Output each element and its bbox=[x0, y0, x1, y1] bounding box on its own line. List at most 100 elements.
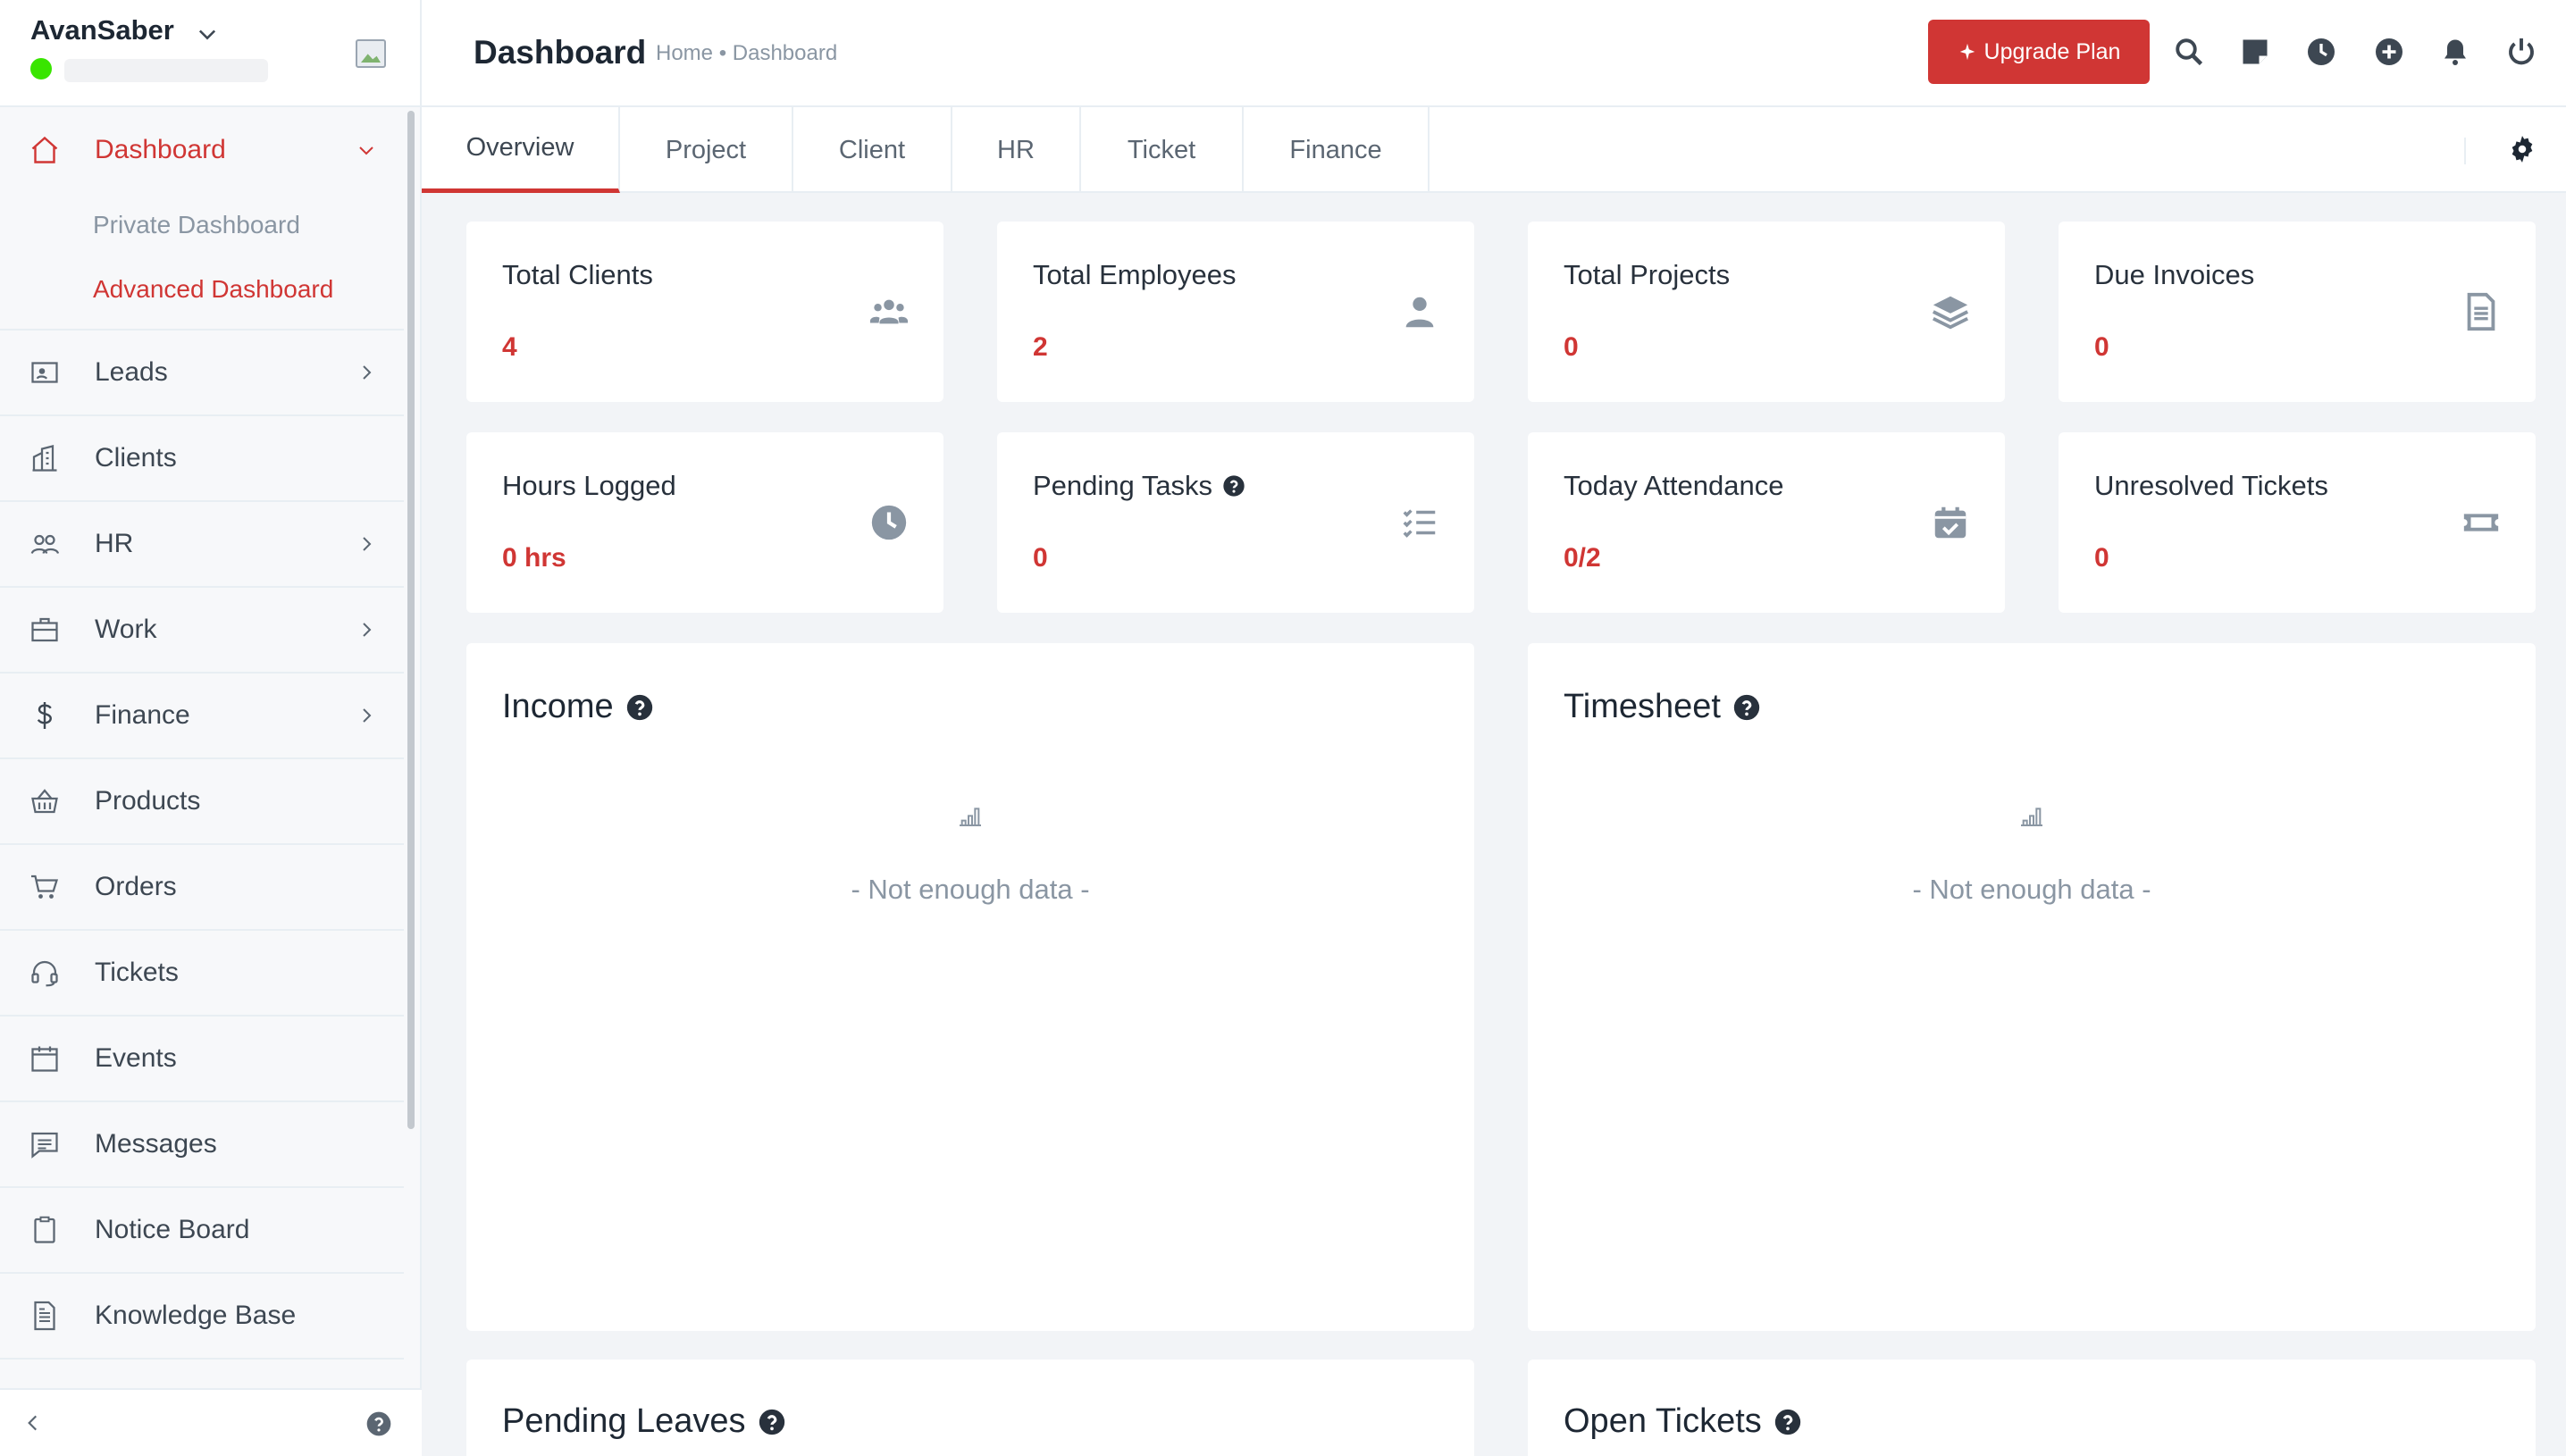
sidebar-item-label: Notice Board bbox=[95, 1215, 250, 1244]
dashboard-submenu: Private Dashboard Advanced Dashboard bbox=[0, 193, 404, 331]
gear-icon[interactable] bbox=[2507, 134, 2537, 164]
sidebar-item-leads[interactable]: Leads bbox=[0, 331, 404, 416]
stat-title: Pending Tasks bbox=[1033, 470, 1246, 502]
stat-card-pending-tasks[interactable]: Pending Tasks 0 bbox=[997, 432, 1474, 613]
stat-title-text: Pending Tasks bbox=[1033, 470, 1213, 501]
sparkle-icon bbox=[1959, 43, 1975, 61]
stat-card-due-invoices[interactable]: Due Invoices 0 bbox=[2059, 222, 2536, 402]
question-circle-icon[interactable] bbox=[1732, 692, 1762, 723]
upgrade-plan-button[interactable]: Upgrade Plan bbox=[1928, 20, 2150, 84]
tab-finance[interactable]: Finance bbox=[1244, 107, 1430, 193]
help-icon[interactable] bbox=[365, 1410, 393, 1438]
chevron-right-icon bbox=[363, 365, 372, 380]
tab-client[interactable]: Client bbox=[793, 107, 952, 193]
sidebar-subitem-private-dashboard[interactable]: Private Dashboard bbox=[0, 193, 404, 257]
open-tickets-title: Open Tickets bbox=[1564, 1402, 1762, 1440]
stat-card-hours-logged[interactable]: Hours Logged 0 hrs bbox=[466, 432, 943, 613]
chevron-right-icon bbox=[363, 623, 372, 637]
sidebar-item-label: Dashboard bbox=[95, 135, 226, 164]
stat-value: 0/2 bbox=[1564, 543, 1601, 573]
top-header: Dashboard Home • Dashboard Upgrade Plan bbox=[422, 0, 2566, 107]
add-circle-icon[interactable] bbox=[2373, 36, 2405, 68]
sidebar-item-label: Leads bbox=[95, 357, 168, 387]
stat-card-total-employees[interactable]: Total Employees 2 bbox=[997, 222, 1474, 402]
sidebar-item-knowledge-base[interactable]: Knowledge Base bbox=[0, 1274, 404, 1360]
chevron-right-icon bbox=[363, 708, 372, 723]
building-icon bbox=[32, 445, 57, 472]
tab-hr[interactable]: HR bbox=[952, 107, 1081, 193]
sticky-note-icon[interactable] bbox=[2239, 36, 2271, 68]
sidebar-item-work[interactable]: Work bbox=[0, 588, 404, 674]
question-circle-icon[interactable] bbox=[757, 1407, 787, 1437]
sidebar-scrollbar[interactable] bbox=[407, 111, 415, 1129]
search-icon[interactable] bbox=[2173, 36, 2205, 68]
stat-title: Today Attendance bbox=[1564, 470, 1784, 501]
message-icon bbox=[31, 1132, 58, 1159]
tabs-divider bbox=[2464, 138, 2466, 164]
pending-leaves-title: Pending Leaves bbox=[502, 1402, 746, 1440]
tab-project[interactable]: Project bbox=[620, 107, 793, 193]
question-circle-icon[interactable] bbox=[1221, 473, 1246, 498]
sidebar-item-tickets[interactable]: Tickets bbox=[0, 931, 404, 1017]
sidebar-item-notice-board[interactable]: Notice Board bbox=[0, 1188, 404, 1274]
sidebar-item-finance[interactable]: Finance bbox=[0, 674, 404, 759]
timesheet-title: Timesheet bbox=[1564, 688, 1721, 725]
sidebar-subitem-advanced-dashboard[interactable]: Advanced Dashboard bbox=[0, 257, 404, 322]
stat-value: 0 bbox=[1564, 332, 1579, 362]
sidebar-item-events[interactable]: Events bbox=[0, 1017, 404, 1102]
app: AvanSaber Dashboard Private Dashboard Ad… bbox=[0, 0, 2566, 1456]
stat-value: 0 bbox=[1033, 543, 1048, 573]
breadcrumb[interactable]: Home • Dashboard bbox=[656, 41, 837, 66]
document-icon bbox=[34, 1301, 55, 1331]
stat-title: Total Clients bbox=[502, 259, 653, 290]
clock-icon bbox=[871, 505, 907, 540]
bar-chart-icon bbox=[960, 807, 981, 826]
sidebar-footer bbox=[0, 1388, 422, 1456]
question-circle-icon[interactable] bbox=[625, 692, 655, 723]
bar-chart-icon bbox=[2021, 807, 2042, 826]
tab-overview[interactable]: Overview bbox=[422, 107, 620, 193]
sidebar-item-clients[interactable]: Clients bbox=[0, 416, 404, 502]
sidebar-item-label: Orders bbox=[95, 872, 177, 901]
panel-title: Pending Leaves bbox=[502, 1402, 787, 1441]
income-panel: Income - Not enough data - bbox=[466, 643, 1474, 1331]
sidebar-item-hr[interactable]: HR bbox=[0, 502, 404, 588]
home-icon bbox=[31, 136, 58, 163]
user-avatar[interactable] bbox=[356, 39, 386, 68]
sidebar: AvanSaber Dashboard Private Dashboard Ad… bbox=[0, 0, 422, 1456]
bell-icon[interactable] bbox=[2439, 36, 2471, 68]
stat-card-total-projects[interactable]: Total Projects 0 bbox=[1528, 222, 2005, 402]
user-name-placeholder bbox=[64, 59, 268, 82]
question-circle-icon[interactable] bbox=[1773, 1407, 1803, 1437]
briefcase-icon bbox=[31, 617, 58, 642]
dollar-icon bbox=[37, 702, 52, 729]
cart-icon bbox=[31, 874, 59, 899]
calendar-icon bbox=[31, 1046, 58, 1072]
clock-icon[interactable] bbox=[2305, 36, 2337, 68]
stat-value: 0 bbox=[2094, 332, 2109, 362]
company-name[interactable]: AvanSaber bbox=[30, 14, 174, 46]
invoice-icon bbox=[2467, 292, 2495, 331]
sidebar-item-products[interactable]: Products bbox=[0, 759, 404, 845]
calendar-check-icon bbox=[1934, 506, 1966, 539]
users-icon bbox=[869, 299, 909, 324]
panel-title: Timesheet bbox=[1564, 688, 1762, 726]
sidebar-item-messages[interactable]: Messages bbox=[0, 1102, 404, 1188]
stat-title: Unresolved Tickets bbox=[2094, 470, 2328, 501]
collapse-sidebar-icon[interactable] bbox=[21, 1411, 45, 1435]
stat-value: 4 bbox=[502, 332, 517, 362]
power-icon[interactable] bbox=[2505, 36, 2537, 68]
sidebar-item-label: Products bbox=[95, 786, 201, 816]
tab-ticket[interactable]: Ticket bbox=[1081, 107, 1244, 193]
stat-card-unresolved-tickets[interactable]: Unresolved Tickets 0 bbox=[2059, 432, 2536, 613]
sidebar-item-dashboard[interactable]: Dashboard bbox=[0, 107, 404, 193]
stat-value: 0 hrs bbox=[502, 543, 566, 573]
chevron-down-icon[interactable] bbox=[195, 21, 220, 46]
upgrade-plan-label: Upgrade Plan bbox=[1983, 38, 2121, 64]
stat-card-total-clients[interactable]: Total Clients 4 bbox=[466, 222, 943, 402]
income-title: Income bbox=[502, 688, 614, 725]
sidebar-item-orders[interactable]: Orders bbox=[0, 845, 404, 931]
pending-leaves-panel: Pending Leaves bbox=[466, 1360, 1474, 1456]
stat-card-today-attendance[interactable]: Today Attendance 0/2 bbox=[1528, 432, 2005, 613]
online-status-dot bbox=[30, 58, 52, 79]
